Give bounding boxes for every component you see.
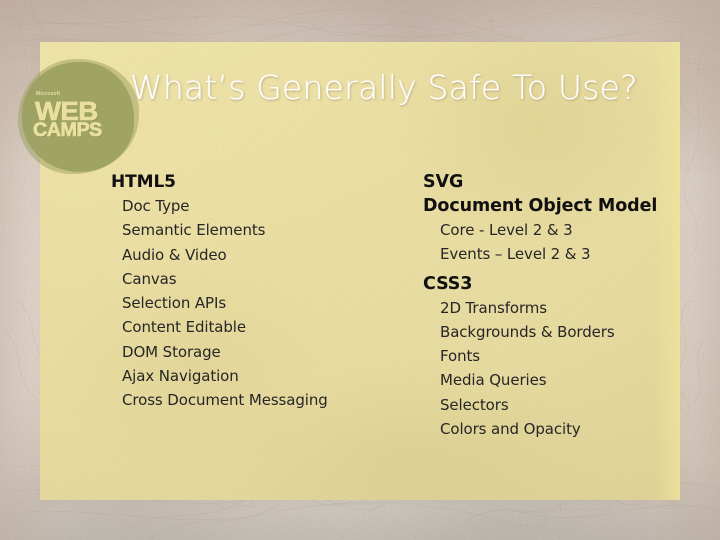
- slide-title: What’s Generally Safe To Use?: [130, 68, 638, 107]
- group-items: Doc Type Semantic Elements Audio & Video…: [111, 194, 401, 413]
- list-item: Fonts: [440, 347, 480, 366]
- group-items: 2D Transforms Backgrounds & Borders Font…: [423, 296, 673, 442]
- group-dom: Document Object Model Core - Level 2 & 3…: [423, 194, 673, 267]
- right-column: SVG Document Object Model Core - Level 2…: [423, 170, 673, 441]
- left-column: HTML5 Doc Type Semantic Elements Audio &…: [111, 170, 401, 413]
- list-item: Content Editable: [122, 318, 246, 337]
- group-heading: SVG: [423, 172, 464, 192]
- list-item: Backgrounds & Borders: [440, 322, 615, 341]
- list-item: Colors and Opacity: [440, 420, 581, 439]
- group-items: Core - Level 2 & 3 Events – Level 2 & 3: [423, 218, 673, 267]
- group-svg: SVG: [423, 170, 673, 194]
- list-item: Canvas: [122, 269, 177, 288]
- slide: Microsoft WEB CAMPS What’s Generally Saf…: [0, 0, 720, 540]
- list-item: Media Queries: [440, 371, 547, 390]
- group-css3: CSS3 2D Transforms Backgrounds & Borders…: [423, 272, 673, 442]
- list-item: Ajax Navigation: [122, 367, 239, 386]
- webcamps-logo: Microsoft WEB CAMPS: [18, 59, 139, 174]
- list-item: 2D Transforms: [440, 298, 547, 317]
- list-item: Selection APIs: [122, 294, 227, 313]
- list-item: Core - Level 2 & 3: [440, 221, 573, 239]
- list-item: Selectors: [440, 395, 509, 414]
- list-item: Events – Level 2 & 3: [440, 245, 591, 264]
- group-heading: Document Object Model: [423, 196, 658, 216]
- list-item: Semantic Elements: [122, 221, 266, 240]
- group-html5: HTML5 Doc Type Semantic Elements Audio &…: [111, 170, 401, 413]
- list-item: Doc Type: [122, 197, 190, 215]
- logo-camps-text: CAMPS: [33, 120, 103, 142]
- list-item: Cross Document Messaging: [122, 391, 328, 410]
- list-item: Audio & Video: [122, 245, 227, 264]
- list-item: DOM Storage: [122, 342, 221, 361]
- group-heading: CSS3: [423, 273, 473, 294]
- group-heading: HTML5: [111, 172, 176, 192]
